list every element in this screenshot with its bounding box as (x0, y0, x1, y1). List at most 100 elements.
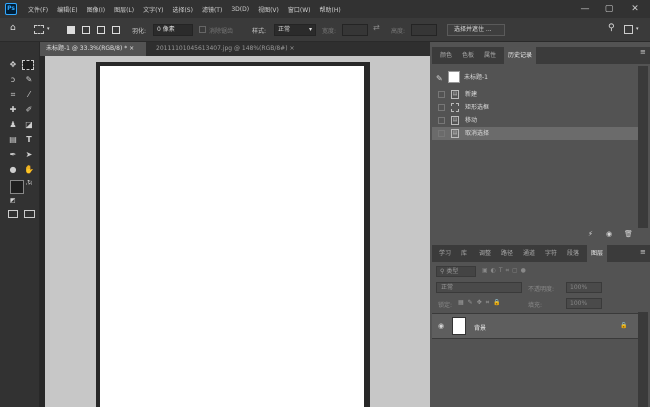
crop-tool-icon[interactable]: ⌗ (6, 88, 20, 101)
lock-label: 锁定: (438, 302, 453, 309)
width-input[interactable] (342, 24, 368, 36)
menu-select[interactable]: 选择(S) (172, 5, 193, 14)
home-icon[interactable]: ⌂ (10, 23, 16, 33)
tab-paths[interactable]: 路径 (497, 245, 517, 262)
close-icon[interactable]: × (289, 45, 294, 52)
style-select[interactable]: 正常 ▾ (274, 24, 316, 36)
swap-colors-icon[interactable]: ↻ (27, 179, 32, 186)
chevron-down-icon[interactable]: ▾ (636, 26, 639, 32)
select-and-mask-button[interactable]: 选择并遮住 ... (447, 24, 505, 36)
menu-3d[interactable]: 3D(D) (231, 6, 249, 13)
menu-help[interactable]: 帮助(H) (320, 5, 341, 14)
add-selection-icon[interactable] (82, 26, 90, 34)
menu-filter[interactable]: 滤镜(T) (202, 5, 222, 14)
fill-input[interactable]: 100% (566, 298, 602, 309)
tab-properties[interactable]: 属性 (480, 47, 500, 64)
height-input[interactable] (411, 24, 437, 36)
history-item[interactable]: 矩形选框 (432, 101, 638, 114)
marquee-preset-icon[interactable] (34, 25, 44, 34)
tab-layers[interactable]: 图层 (587, 245, 608, 262)
history-snapshot[interactable]: ✎ 未标题-1 (432, 68, 638, 86)
default-colors-icon[interactable]: ◩ (10, 197, 16, 204)
tab-learn[interactable]: 学习 (435, 245, 455, 262)
tab-adjustments[interactable]: 调整 (475, 245, 495, 262)
menu-image[interactable]: 图像(I) (87, 5, 105, 14)
hand-tool-icon[interactable]: ✋ (22, 163, 36, 176)
pen-tool-icon[interactable]: ✒ (6, 148, 20, 161)
workspace-icon[interactable] (624, 25, 633, 34)
layers-scrollbar[interactable] (638, 312, 648, 407)
panel-menu-icon[interactable]: ≡ (640, 248, 646, 256)
history-item[interactable]: ▤ 新建 (432, 88, 638, 101)
lock-icons[interactable]: ▦✎✥⌗🔒 (458, 299, 505, 307)
eyedropper-tool-icon[interactable]: ⁄ (22, 88, 36, 101)
history-item[interactable]: ▤ 移动 (432, 114, 638, 127)
minimize-button[interactable]: — (574, 2, 596, 16)
history-scrollbar[interactable] (638, 66, 648, 228)
menu-window[interactable]: 窗口(W) (288, 5, 311, 14)
layer-row[interactable]: ◉ 背景 🔒 (432, 313, 638, 339)
tab-channels[interactable]: 通道 (519, 245, 539, 262)
tab-swatches[interactable]: 色板 (458, 47, 478, 64)
tab-color[interactable]: 颜色 (436, 47, 456, 64)
menu-type[interactable]: 文字(Y) (143, 5, 163, 14)
swap-icon[interactable]: ⇄ (373, 23, 380, 32)
history-item-selected[interactable]: ▤ 取消选择 (432, 127, 638, 140)
close-icon[interactable]: × (129, 45, 134, 52)
tab-character[interactable]: 字符 (541, 245, 561, 262)
panel-menu-icon[interactable]: ≡ (640, 48, 646, 56)
quick-mask-icon[interactable] (8, 210, 18, 218)
eye-icon[interactable]: ◉ (438, 322, 444, 330)
move-tool-icon[interactable]: ✥ (6, 58, 20, 71)
quick-select-tool-icon[interactable]: ✎ (22, 73, 36, 86)
trash-icon[interactable]: 🗑 (624, 230, 633, 238)
healing-brush-tool-icon[interactable]: ✚ (6, 103, 20, 116)
filter-kind-value: 类型 (446, 268, 459, 275)
type-tool-icon[interactable]: T (22, 133, 36, 146)
opacity-input[interactable]: 100% (566, 282, 602, 293)
new-selection-icon[interactable] (67, 26, 75, 34)
menu-layer[interactable]: 图层(L) (114, 5, 134, 14)
screen-mode-icon[interactable] (24, 210, 35, 218)
history-checkbox[interactable] (438, 117, 445, 124)
tab-untitled-1[interactable]: 未标题-1 @ 33.3%(RGB/8) * × (40, 42, 146, 56)
clone-stamp-tool-icon[interactable]: ♟ (6, 118, 20, 131)
path-selection-tool-icon[interactable]: ➤ (22, 148, 36, 161)
history-checkbox[interactable] (438, 104, 445, 111)
chevron-down-icon[interactable]: ▾ (47, 26, 50, 32)
style-label: 样式: (252, 28, 267, 35)
history-checkbox[interactable] (438, 130, 445, 137)
tab-history[interactable]: 历史记录 (504, 47, 537, 64)
antialias-checkbox[interactable] (199, 26, 206, 33)
rect-marquee-tool-icon[interactable] (22, 60, 34, 70)
history-step-icon: ▤ (451, 90, 459, 99)
menu-edit[interactable]: 编辑(E) (57, 5, 77, 14)
menu-file[interactable]: 文件(F) (28, 5, 48, 14)
menu-view[interactable]: 视图(V) (258, 5, 279, 14)
gradient-tool-icon[interactable]: ▤ (6, 133, 20, 146)
eraser-tool-icon[interactable]: ◪ (22, 118, 36, 131)
tab-libraries[interactable]: 库 (457, 245, 471, 262)
history-checkbox[interactable] (438, 91, 445, 98)
intersect-selection-icon[interactable] (112, 26, 120, 34)
restore-button[interactable]: ▢ (598, 2, 620, 16)
new-document-from-state-icon[interactable]: ⚡ (588, 230, 593, 238)
search-icon[interactable]: ⚲ (608, 23, 615, 33)
tab-jpg[interactable]: 20111101045613407.jpg @ 148%(RGB/8#) × (150, 42, 310, 56)
tab-paragraph[interactable]: 段落 (563, 245, 583, 262)
subtract-selection-icon[interactable] (97, 26, 105, 34)
lasso-tool-icon[interactable]: ↄ (6, 73, 20, 86)
layer-filter-icons[interactable]: ▣◐T⌗▢● (482, 267, 529, 275)
camera-icon[interactable]: ◉ (606, 230, 612, 238)
ellipse-tool-icon[interactable]: ● (6, 163, 20, 176)
foreground-color-swatch[interactable] (10, 180, 24, 194)
width-label: 宽度: (322, 28, 337, 35)
blend-mode-select[interactable]: 正常 (436, 282, 522, 293)
feather-input[interactable]: 0 像素 (153, 24, 193, 36)
tab-label: 未标题-1 @ 33.3%(RGB/8) * (46, 45, 128, 52)
close-window-button[interactable]: ✕ (624, 2, 646, 16)
history-step-icon: ▤ (451, 129, 459, 138)
layer-filter-select[interactable]: ⚲ 类型 (436, 266, 476, 277)
document-canvas[interactable] (100, 66, 364, 407)
brush-tool-icon[interactable]: ✐ (22, 103, 36, 116)
